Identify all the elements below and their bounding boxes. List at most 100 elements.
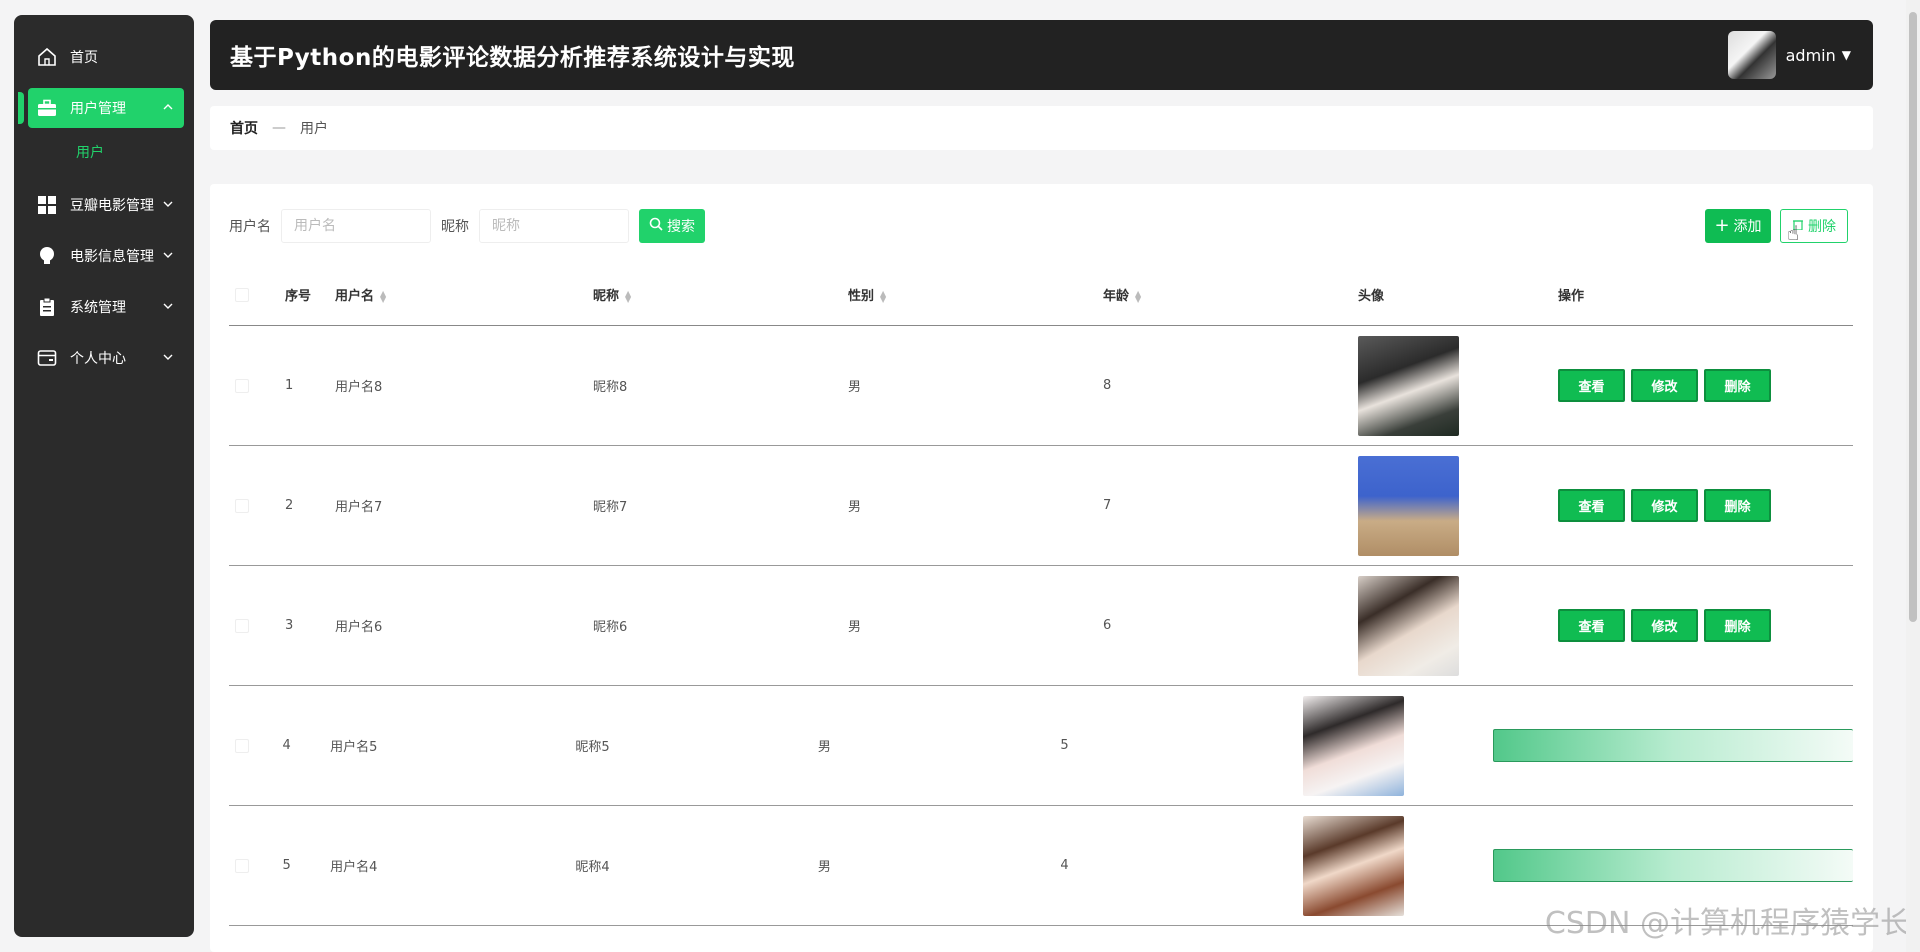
sidebar-item-user-management[interactable]: 用户管理 (18, 88, 184, 128)
cell-nickname: 昵称4 (575, 860, 610, 875)
breadcrumb-separator: — (272, 120, 286, 136)
chevron-down-icon (162, 249, 174, 265)
header-avatar: 头像 (1358, 289, 1385, 304)
loading-ops-bar (1493, 729, 1853, 762)
cell-username: 用户名5 (330, 740, 378, 755)
cell-username: 用户名7 (335, 500, 383, 515)
breadcrumb: 首页 — 用户 (210, 106, 1873, 150)
header-username-label: 用户名 (335, 289, 375, 304)
breadcrumb-current: 用户 (300, 121, 328, 137)
username-filter-label: 用户名 (229, 219, 271, 235)
sidebar-item-douban-movie[interactable]: 豆瓣电影管理 (28, 185, 184, 225)
row-checkbox[interactable] (235, 858, 249, 873)
table-row: 3 用户名6 昵称6 男 6 查看 修改 删除 (229, 566, 1853, 686)
user-menu[interactable]: admin ▼ (1727, 31, 1851, 79)
table-row: 1 用户名8 昵称8 男 8 查看 修改 删除 (229, 326, 1853, 446)
grid-icon (36, 194, 58, 216)
header-ops: 操作 (1558, 289, 1585, 304)
username-search-input[interactable] (281, 209, 431, 243)
header-nickname[interactable]: 昵称 ▲ ▼ (593, 285, 848, 304)
table-header: 序号 用户名 ▲ ▼ 昵称 ▲ ▼ 性别 ▲ ▼ 年龄 ▲ ▼ 头像 操作 (229, 264, 1853, 326)
search-button-label: 搜索 (667, 219, 695, 235)
sort-icon[interactable]: ▲ ▼ (380, 289, 386, 303)
view-button[interactable]: 查看 (1558, 369, 1625, 402)
header-nickname-label: 昵称 (593, 289, 620, 304)
cell-age: 6 (1103, 618, 1112, 633)
edit-button[interactable]: 修改 (1631, 369, 1698, 402)
sidebar-item-home[interactable]: 首页 (28, 37, 184, 77)
breadcrumb-home[interactable]: 首页 (230, 118, 258, 138)
header-username[interactable]: 用户名 ▲ ▼ (335, 285, 593, 304)
sidebar-item-personal[interactable]: 个人中心 (28, 338, 184, 378)
cell-nickname: 昵称5 (575, 740, 610, 755)
loading-ops-bar (1493, 849, 1853, 882)
cell-index: 4 (282, 738, 291, 753)
active-indicator (18, 92, 24, 124)
sidebar-item-label: 首页 (70, 50, 98, 66)
sidebar-item-movie-info[interactable]: 电影信息管理 (28, 236, 184, 276)
page-scrollbar[interactable] (1906, 0, 1920, 952)
cell-index: 3 (285, 618, 294, 633)
chevron-down-icon (162, 351, 174, 367)
sort-icon[interactable]: ▲ ▼ (1135, 289, 1141, 303)
table-row: 2 用户名7 昵称7 男 7 查看 修改 删除 (229, 446, 1853, 566)
row-checkbox[interactable] (235, 618, 249, 633)
avatar-thumbnail (1302, 695, 1404, 796)
avatar-thumbnail (1358, 455, 1459, 556)
hand-cursor-icon: ☝ (1787, 221, 1800, 245)
cell-age: 7 (1103, 498, 1112, 513)
search-button[interactable]: 搜索 (639, 209, 705, 243)
row-checkbox[interactable] (235, 378, 249, 393)
avatar[interactable] (1727, 31, 1776, 79)
chevron-down-icon (162, 198, 174, 214)
edit-button[interactable]: 修改 (1631, 609, 1698, 642)
bulk-delete-label: 删除 (1808, 219, 1836, 235)
cell-index: 1 (285, 378, 294, 393)
cell-sex: 男 (817, 860, 831, 875)
cell-age: 8 (1103, 378, 1112, 393)
page-title: 基于Python的电影评论数据分析推荐系统设计与实现 (230, 45, 795, 71)
caret-down-icon[interactable]: ▼ (1842, 48, 1851, 62)
add-button[interactable]: + 添加 (1705, 209, 1771, 243)
edit-button[interactable]: 修改 (1631, 489, 1698, 522)
wallet-icon (36, 347, 58, 369)
header-sex[interactable]: 性别 ▲ ▼ (848, 285, 1103, 304)
cell-sex: 男 (848, 380, 862, 395)
delete-button[interactable]: 删除 (1704, 369, 1771, 402)
scrollbar-thumb[interactable] (1909, 12, 1917, 622)
sidebar-item-label: 豆瓣电影管理 (70, 198, 154, 214)
sidebar: 首页 用户管理 用户 豆瓣电影管理 电影信息管理 系统管理 个人中心 (14, 15, 194, 937)
view-button[interactable]: 查看 (1558, 609, 1625, 642)
cell-username: 用户名4 (330, 860, 378, 875)
main-panel: 用户名 昵称 搜索 + 添加 删除 序号 用户名 ▲▼ 昵称 ▲▼ 性别 ▲▼ 年龄 ▲… (210, 184, 1873, 952)
row-checkbox[interactable] (235, 498, 249, 513)
delete-button[interactable]: 删除 (1704, 489, 1771, 522)
row-checkbox[interactable] (235, 738, 249, 753)
delete-button[interactable]: 删除 (1704, 609, 1771, 642)
user-table: 序号 用户名 ▲ ▼ 昵称 ▲ ▼ 性别 ▲ ▼ 年龄 ▲ ▼ 头像 操作 1 用户名8 昵称8… (229, 264, 1853, 926)
view-button[interactable]: 查看 (1558, 489, 1625, 522)
add-button-label: 添加 (1733, 219, 1762, 235)
cell-sex: 男 (848, 620, 862, 635)
sidebar-item-system[interactable]: 系统管理 (28, 287, 184, 327)
sort-icon[interactable]: ▲ ▼ (625, 289, 631, 303)
username-label[interactable]: admin (1786, 46, 1836, 65)
sidebar-item-label: 系统管理 (70, 300, 126, 316)
avatar-thumbnail (1358, 335, 1459, 436)
cell-username: 用户名6 (335, 620, 383, 635)
cell-nickname: 昵称8 (593, 380, 628, 395)
cell-age: 5 (1060, 738, 1069, 753)
cell-nickname: 昵称6 (593, 620, 628, 635)
avatar-thumbnail (1302, 815, 1404, 916)
home-icon (36, 46, 58, 68)
sidebar-subitem-user[interactable]: 用户 (28, 137, 184, 167)
select-all-checkbox[interactable] (235, 287, 249, 302)
header-age-label: 年龄 (1103, 289, 1130, 304)
nickname-search-input[interactable] (479, 209, 629, 243)
sort-icon[interactable]: ▲ ▼ (880, 289, 886, 303)
table-row: 4 用户名5 昵称5 男 5 (229, 686, 1853, 806)
cell-index: 2 (285, 498, 294, 513)
sidebar-item-label: 个人中心 (70, 351, 126, 367)
watermark: CSDN @计算机程序猿学长 (1544, 906, 1910, 941)
header-age[interactable]: 年龄 ▲ ▼ (1103, 285, 1358, 304)
